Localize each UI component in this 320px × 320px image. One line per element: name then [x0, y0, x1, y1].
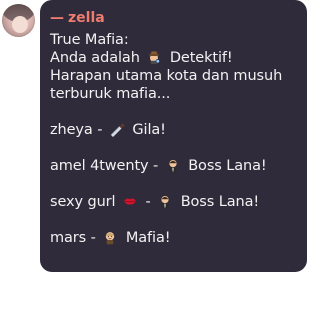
message-content: True Mafia: Anda adalah Detektif! Harapa… [50, 31, 297, 247]
mafia-emoji-icon [102, 229, 118, 245]
user-avatar[interactable] [2, 4, 35, 37]
message-text: zheya - [50, 122, 103, 138]
message-author[interactable]: — zella [50, 9, 297, 27]
message-text: Detektif! [169, 50, 233, 66]
avatar-face [12, 16, 28, 33]
message-line: Harapan utama kota dan musuh [50, 67, 297, 85]
boss-emoji-icon [165, 157, 181, 173]
author-name: zella [68, 10, 105, 26]
message-line: zheya - Gila! [50, 121, 297, 139]
message-text: Gila! [132, 122, 166, 138]
message-line: sexy gurl - Boss Lana! [50, 193, 297, 211]
message-frame: — zella True Mafia: Anda adalah Detektif… [0, 0, 307, 320]
boss-emoji-icon [157, 193, 173, 209]
knife-emoji-icon [109, 121, 125, 137]
message-line: Anda adalah Detektif! [50, 49, 297, 67]
message-text: - [145, 194, 151, 210]
message-text: Harapan utama kota dan musuh [50, 68, 283, 84]
detective-emoji-icon [146, 49, 162, 65]
message-line: mars - Mafia! [50, 229, 297, 247]
message-text: Mafia! [125, 230, 171, 246]
message-text: mars - [50, 230, 96, 246]
chat-message-bubble: — zella True Mafia: Anda adalah Detektif… [40, 0, 307, 272]
message-text: Boss Lana! [188, 158, 267, 174]
message-line: terburuk mafia... [50, 85, 297, 103]
message-line: amel 4twenty - Boss Lana! [50, 157, 297, 175]
author-prefix: — [50, 10, 64, 26]
lips-emoji-icon [122, 193, 138, 209]
message-text: terburuk mafia... [50, 86, 171, 102]
message-text: Boss Lana! [180, 194, 260, 210]
message-text: Anda adalah [50, 50, 140, 66]
message-text: amel 4twenty - [50, 158, 159, 174]
message-text: sexy gurl [50, 194, 116, 210]
message-line: True Mafia: [50, 31, 297, 49]
message-text: True Mafia: [50, 32, 129, 48]
